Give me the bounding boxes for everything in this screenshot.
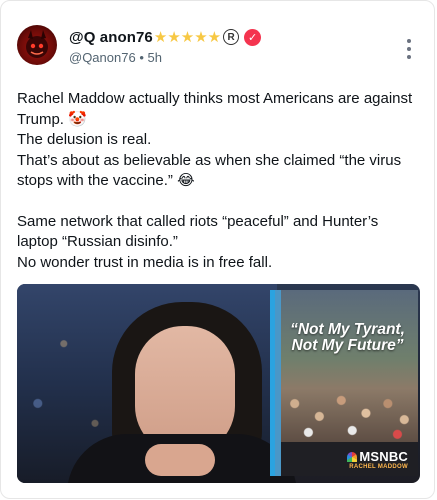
post-media-image[interactable]: “Not My Tyrant, Not My Future” MSNBC RAC…	[17, 284, 420, 483]
network-brand-bar: MSNBC RACHEL MADDOW	[281, 442, 418, 476]
separator-dot: •	[139, 50, 144, 65]
host-hands	[145, 444, 215, 476]
peacock-icon	[347, 452, 358, 462]
post-text-line: That’s about as believable as when she c…	[17, 151, 402, 190]
post-text-line: Rachel Maddow actually thinks most Ameri…	[17, 90, 413, 128]
avatar[interactable]	[17, 25, 57, 65]
post-header: @Q anon76 ★★★★★ R ✓ @Qanon76 • 5h	[17, 25, 418, 73]
handle-row: @Qanon76 • 5h	[69, 50, 261, 65]
author-block: @Q anon76 ★★★★★ R ✓ @Qanon76 • 5h	[69, 27, 262, 65]
display-name-row: @Q anon76 ★★★★★ R ✓	[69, 27, 262, 47]
news-inset-graphic: “Not My Tyrant, Not My Future” MSNBC RAC…	[270, 290, 418, 476]
author-handle[interactable]: @Qanon76	[69, 50, 136, 65]
post-time[interactable]: 5h	[148, 50, 162, 65]
post-text-line: The delusion is real.	[17, 131, 152, 148]
post-text-line: Same network that called riots “peaceful…	[17, 212, 379, 251]
inset-headline: “Not My Tyrant, Not My Future”	[290, 321, 405, 354]
show-name: RACHEL MADDOW	[349, 464, 408, 470]
devil-avatar-icon	[26, 30, 48, 58]
registered-icon: R	[223, 29, 240, 45]
post-body: Rachel Maddow actually thinks most Ameri…	[17, 89, 417, 273]
protest-crowd-photo	[281, 290, 418, 442]
verified-badge-icon: ✓	[244, 28, 262, 46]
stars-icon: ★★★★★	[153, 28, 222, 46]
more-vertical-icon[interactable]	[404, 39, 414, 59]
msnbc-logo: MSNBC	[347, 449, 408, 464]
author-display-name[interactable]: @Q anon76	[69, 29, 153, 46]
post-card[interactable]: @Q anon76 ★★★★★ R ✓ @Qanon76 • 5h Rachel…	[0, 0, 435, 499]
post-text-line: No wonder trust in media is in free fall…	[17, 253, 273, 271]
